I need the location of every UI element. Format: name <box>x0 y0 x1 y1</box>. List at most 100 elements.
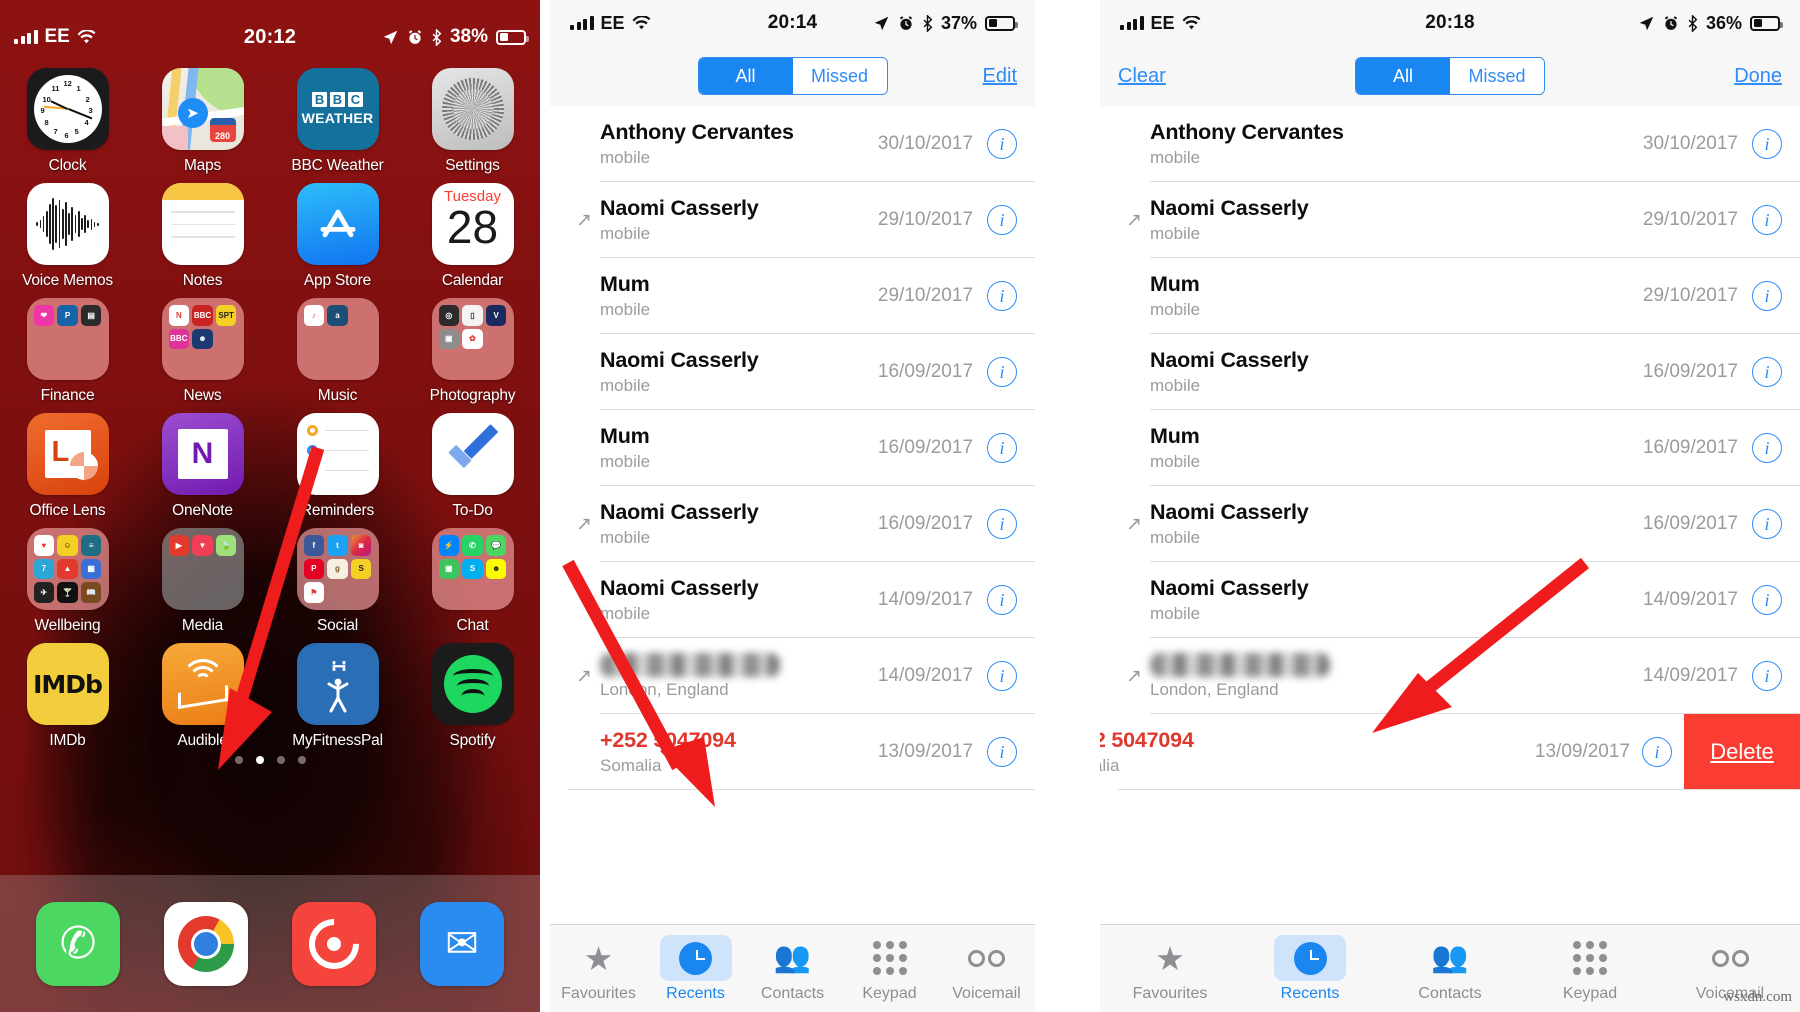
app-clock[interactable]: 12 1 2 3 4 5 6 7 8 9 10 11 Clock <box>0 60 135 175</box>
info-button[interactable]: i <box>987 281 1017 311</box>
table-row[interactable]: ↗ London, England 14/09/2017 i <box>1100 638 1800 714</box>
folder-finance[interactable]: ❤ P ▤ Finance <box>0 290 135 405</box>
info-button[interactable]: i <box>987 205 1017 235</box>
segment-all[interactable]: All <box>698 58 793 94</box>
app-reminders[interactable]: Reminders <box>270 405 405 520</box>
app-office-lens[interactable]: Office Lens <box>0 405 135 520</box>
app-maps[interactable]: ➤ 280 Maps <box>135 60 270 175</box>
app-myfitnesspal[interactable]: ∺ MyFitnessPal <box>270 635 405 750</box>
app-label: IMDb <box>49 732 86 749</box>
app-settings[interactable]: Settings <box>405 60 540 175</box>
tab-favourites[interactable]: ★ Favourites <box>1100 925 1240 1012</box>
table-row[interactable]: ↗ Naomi Casserly mobile 16/09/2017 i <box>1100 486 1800 562</box>
table-row[interactable]: Mum mobile 16/09/2017 i <box>550 410 1035 486</box>
info-button[interactable]: i <box>1752 357 1782 387</box>
clock-app-icon: 12 1 2 3 4 5 6 7 8 9 10 11 <box>26 68 109 150</box>
app-spotify[interactable]: Spotify <box>405 635 540 750</box>
table-row[interactable]: ↗ Naomi Casserly mobile 29/10/2017 i <box>1100 182 1800 258</box>
info-button[interactable]: i <box>1752 129 1782 159</box>
segment-missed[interactable]: Missed <box>792 58 887 94</box>
tab-recents[interactable]: Recents <box>1240 925 1380 1012</box>
done-button[interactable]: Done <box>1734 65 1782 88</box>
info-button[interactable]: i <box>1642 737 1672 767</box>
info-button[interactable]: i <box>1752 509 1782 539</box>
tab-contacts[interactable]: 👥 Contacts <box>1380 925 1520 1012</box>
table-row[interactable]: Anthony Cervantes mobile 30/10/2017 i <box>1100 106 1800 182</box>
caller-name: Anthony Cervantes <box>1150 120 1344 144</box>
table-row[interactable]: +252 5047094 Somalia 13/09/2017 i <box>550 714 1035 790</box>
app-todo[interactable]: To-Do <box>405 405 540 520</box>
tab-keypad[interactable]: Keypad <box>841 925 938 1012</box>
tab-keypad[interactable]: Keypad <box>1520 925 1660 1012</box>
table-row[interactable]: Naomi Casserly mobile 16/09/2017 i <box>550 334 1035 410</box>
app-label: Notes <box>182 272 223 289</box>
caller-label: mobile <box>1150 604 1201 623</box>
info-button[interactable]: i <box>1752 433 1782 463</box>
table-row[interactable]: ↗ Naomi Casserly mobile 16/09/2017 i <box>550 486 1035 562</box>
folder-icon: ft ◙ Pg S ⚑ <box>296 528 379 610</box>
tab-favourites[interactable]: ★ Favourites <box>550 925 647 1012</box>
chrome-app-icon[interactable] <box>164 901 248 986</box>
app-app-store[interactable]: App Store <box>270 175 405 290</box>
segment-missed[interactable]: Missed <box>1450 58 1544 94</box>
info-button[interactable]: i <box>987 585 1017 615</box>
app-voice-memos[interactable]: Voice Memos <box>0 175 135 290</box>
info-button[interactable]: i <box>987 433 1017 463</box>
bluetooth-icon <box>432 28 442 46</box>
info-button[interactable]: i <box>987 357 1017 387</box>
info-button[interactable]: i <box>987 509 1017 539</box>
mail-app-icon[interactable]: ✉ <box>420 901 504 986</box>
folder-wellbeing[interactable]: ♥ ☺ ≡ 7 ▲ ▦ ✈ 🍸 📖 Wellbeing <box>0 520 135 635</box>
app-calendar[interactable]: Tuesday 28 Calendar <box>405 175 540 290</box>
folder-photography[interactable]: ◎ ▯ V ▣ ✿ Photography <box>405 290 540 405</box>
app-imdb[interactable]: IMDb IMDb <box>0 635 135 750</box>
tab-contacts[interactable]: 👥 Contacts <box>744 925 841 1012</box>
phone-app-icon[interactable]: ✆ <box>36 901 120 986</box>
folder-chat[interactable]: ⚡ ✆ 💬 ▣ S ☻ Chat <box>405 520 540 635</box>
clock-icon <box>1274 935 1346 981</box>
page-dots[interactable] <box>0 756 540 764</box>
table-row[interactable]: Naomi Casserly mobile 14/09/2017 i <box>550 562 1035 638</box>
info-button[interactable]: i <box>1752 281 1782 311</box>
bluetooth-icon <box>923 14 933 32</box>
outgoing-call-icon: ↗ <box>1126 513 1142 535</box>
caller-name: Naomi Casserly <box>600 348 759 372</box>
info-button[interactable]: i <box>987 129 1017 159</box>
caller-name: Mum <box>1150 272 1200 296</box>
folder-news[interactable]: N BBC SPT BBC ☻ News <box>135 290 270 405</box>
app-audible[interactable]: Audible <box>135 635 270 750</box>
folder-media[interactable]: ▶ ▼ 🍃 Media <box>135 520 270 635</box>
info-button[interactable]: i <box>987 661 1017 691</box>
tab-recents[interactable]: Recents <box>647 925 744 1012</box>
call-filter-segmented-control[interactable]: All Missed <box>1355 57 1545 95</box>
app-label: Wellbeing <box>34 617 101 634</box>
table-row-swiped[interactable]: +252 5047094 Somalia 13/09/2017 i Delete <box>1100 714 1800 790</box>
caller-label: mobile <box>1150 300 1201 319</box>
info-button[interactable]: i <box>1752 205 1782 235</box>
call-filter-segmented-control[interactable]: All Missed <box>697 57 888 95</box>
caller-label: mobile <box>600 300 651 319</box>
table-row[interactable]: Mum mobile 29/10/2017 i <box>1100 258 1800 334</box>
info-button[interactable]: i <box>1752 661 1782 691</box>
table-row[interactable]: Anthony Cervantes mobile 30/10/2017 i <box>550 106 1035 182</box>
tab-voicemail[interactable]: Voicemail <box>938 925 1035 1012</box>
table-row[interactable]: ↗ Naomi Casserly mobile 29/10/2017 i <box>550 182 1035 258</box>
app-bbc-weather[interactable]: BBC WEATHER BBC Weather <box>270 60 405 175</box>
info-button[interactable]: i <box>987 737 1017 767</box>
star-icon: ★ <box>583 939 614 977</box>
table-row[interactable]: Naomi Casserly mobile 14/09/2017 i <box>1100 562 1800 638</box>
folder-music[interactable]: ♪ a Music <box>270 290 405 405</box>
edit-button[interactable]: Edit <box>983 65 1017 88</box>
app-notes[interactable]: Notes <box>135 175 270 290</box>
table-row[interactable]: Mum mobile 16/09/2017 i <box>1100 410 1800 486</box>
app-onenote[interactable]: N OneNote <box>135 405 270 520</box>
table-row[interactable]: Naomi Casserly mobile 16/09/2017 i <box>1100 334 1800 410</box>
info-button[interactable]: i <box>1752 585 1782 615</box>
table-row[interactable]: Mum mobile 29/10/2017 i <box>550 258 1035 334</box>
segment-all[interactable]: All <box>1356 58 1450 94</box>
pocket-casts-app-icon[interactable] <box>292 901 376 986</box>
delete-button[interactable]: Delete <box>1684 714 1800 789</box>
folder-social[interactable]: ft ◙ Pg S ⚑ Social <box>270 520 405 635</box>
clear-button[interactable]: Clear <box>1118 65 1166 88</box>
table-row[interactable]: ↗ London, England 14/09/2017 i <box>550 638 1035 714</box>
